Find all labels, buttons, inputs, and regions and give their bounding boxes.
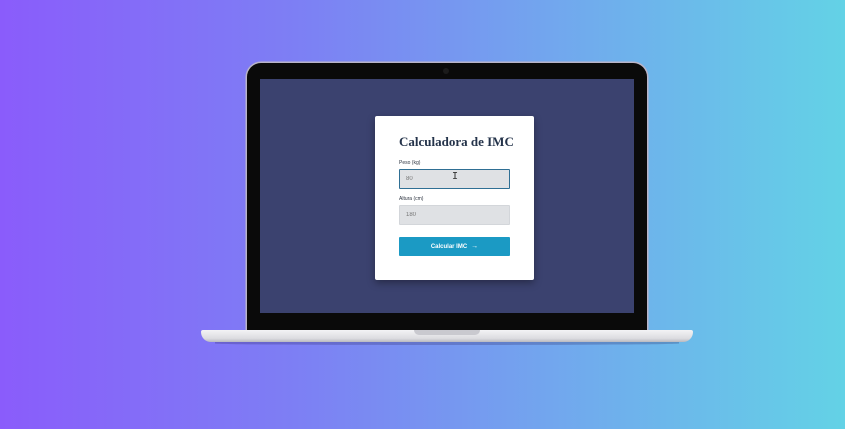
weight-label: Peso (kg) [399,160,421,166]
laptop-frame: Calculadora de IMC Peso (kg) Altura (cm)… [247,63,647,331]
laptop-screen: Calculadora de IMC Peso (kg) Altura (cm)… [260,79,634,313]
laptop-base [201,330,693,342]
bmi-calculator-card: Calculadora de IMC Peso (kg) Altura (cm)… [375,116,534,280]
laptop-notch [414,330,480,335]
camera-dot [443,68,449,74]
page-title: Calculadora de IMC [399,134,514,149]
height-label: Altura (cm) [399,196,424,202]
calculate-bmi-button[interactable]: Calcular IMC → [399,237,510,256]
calculate-button-label: Calcular IMC [430,243,468,250]
text-cursor-icon: I [452,171,459,182]
height-input[interactable] [399,205,510,225]
arrow-right-icon: → [471,243,479,250]
laptop-shadow [215,342,679,345]
